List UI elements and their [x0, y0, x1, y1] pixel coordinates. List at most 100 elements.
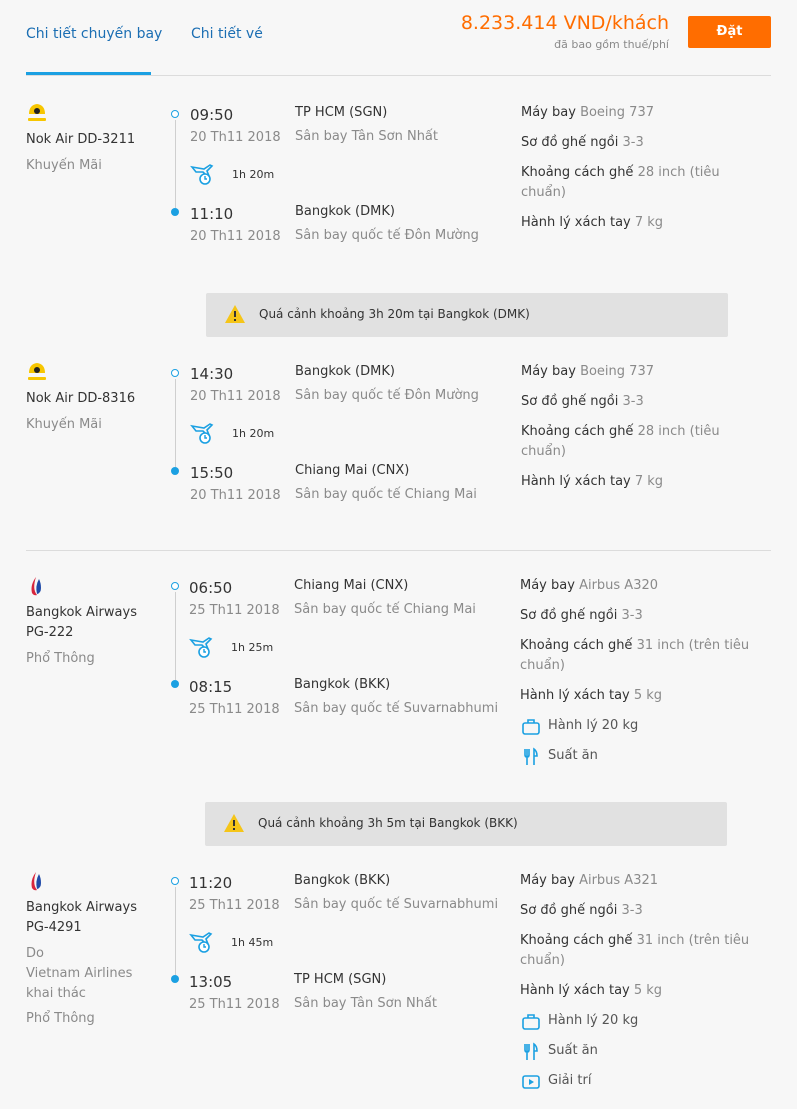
seat-pitch-info-cont: chuẩn): [520, 953, 565, 968]
layover-text: Quá cảnh khoảng 3h 5m tại Bangkok (BKK): [258, 816, 518, 830]
timeline-line: [175, 592, 176, 680]
aircraft-info: Máy bay Boeing 737: [521, 364, 654, 379]
airline-flight-number: Bangkok Airways PG-222: [26, 605, 137, 640]
departure-dot: [171, 877, 179, 885]
seat-pitch-info-cont: chuẩn): [520, 658, 565, 673]
arrival-airport: Sân bay quốc tế Suvarnabhumi: [294, 701, 499, 716]
seat-pitch-info-cont: chuẩn): [521, 185, 566, 200]
tab-ticket-details[interactable]: Chi tiết vé: [191, 26, 263, 42]
arrival-time: 11:10: [190, 205, 234, 223]
nok-air-logo-icon: [28, 104, 46, 121]
departure-time: 14:30: [190, 365, 234, 383]
departure-date: 20 Th11 2018: [190, 389, 281, 404]
seat-pitch-info: Khoảng cách ghế 31 inch (trên tiêu: [520, 933, 750, 948]
layover-notice-2: Quá cảnh khoảng 3h 5m tại Bangkok (BKK): [205, 802, 727, 846]
arrival-date: 25 Th11 2018: [189, 702, 280, 717]
arrival-time: 13:05: [189, 973, 233, 991]
bangkok-airways-logo-icon: [31, 577, 41, 596]
arrival-time: 15:50: [190, 464, 234, 482]
cabin-bag-info: Hành lý xách tay 7 kg: [521, 215, 664, 230]
fork-knife-icon: [524, 1042, 538, 1060]
checked-baggage: Hành lý 20 kg: [548, 1013, 639, 1028]
suitcase-icon: [522, 1014, 540, 1030]
tab-flight-details[interactable]: Chi tiết chuyến bay: [26, 26, 162, 42]
tv-play-icon: [522, 1075, 540, 1089]
flight-duration: 1h 20m: [232, 168, 275, 181]
departure-dot: [171, 369, 179, 377]
cabin-bag-info: Hành lý xách tay 5 kg: [520, 983, 663, 998]
bangkok-airways-logo-icon: [31, 872, 41, 891]
meal-service: Suất ăn: [548, 1043, 598, 1058]
departure-time: 09:50: [190, 106, 234, 124]
departure-airport: Sân bay Tân Sơn Nhất: [295, 129, 438, 144]
departure-airport: Sân bay quốc tế Chiang Mai: [294, 602, 476, 617]
plane-clock-icon: [190, 423, 214, 444]
flight-duration: 1h 45m: [231, 936, 274, 949]
fare-class: Phổ Thông: [26, 1011, 95, 1026]
departure-airport: Sân bay quốc tế Suvarnabhumi: [294, 897, 499, 912]
seat-layout-info: Sơ đồ ghế ngồi 3-3: [521, 135, 644, 150]
arrival-airport: Sân bay Tân Sơn Nhất: [294, 996, 437, 1011]
operated-by-note: Do Vietnam Airlines khai thác: [26, 946, 133, 1001]
airline-flight-number: Nok Air DD-3211: [26, 132, 136, 147]
arrival-city: Bangkok (BKK): [294, 677, 391, 692]
seat-pitch-info: Khoảng cách ghế 31 inch (trên tiêu: [520, 638, 750, 653]
arrival-city: TP HCM (SGN): [294, 972, 387, 987]
entertainment-service: Giải trí: [548, 1073, 592, 1088]
header-divider: [26, 75, 771, 76]
aircraft-info: Máy bay Boeing 737: [521, 105, 654, 120]
layover-notice-1: Quá cảnh khoảng 3h 20m tại Bangkok (DMK): [206, 293, 728, 337]
meal-service: Suất ăn: [548, 748, 598, 763]
header: Chi tiết chuyến bay Chi tiết vé 8.233.41…: [0, 0, 797, 76]
seat-layout-info: Sơ đồ ghế ngồi 3-3: [520, 608, 643, 623]
checked-baggage: Hành lý 20 kg: [548, 718, 639, 733]
aircraft-info: Máy bay Airbus A320: [520, 578, 659, 593]
seat-layout-info: Sơ đồ ghế ngồi 3-3: [521, 394, 644, 409]
arrival-date: 20 Th11 2018: [190, 229, 281, 244]
arrival-airport: Sân bay quốc tế Chiang Mai: [295, 487, 477, 502]
arrival-city: Bangkok (DMK): [295, 204, 395, 219]
warning-icon: [224, 814, 244, 832]
fare-class: Phổ Thông: [26, 651, 95, 666]
fare-class: Khuyến Mãi: [26, 158, 102, 173]
warning-icon: [225, 305, 245, 323]
arrival-date: 25 Th11 2018: [189, 997, 280, 1012]
seat-pitch-info-cont: chuẩn): [521, 444, 566, 459]
airline-flight-number: Nok Air DD-8316: [26, 391, 136, 406]
departure-date: 20 Th11 2018: [190, 130, 281, 145]
aircraft-info: Máy bay Airbus A321: [520, 873, 659, 888]
plane-clock-icon: [190, 164, 214, 185]
seat-pitch-info: Khoảng cách ghế 28 inch (tiêu: [521, 424, 720, 439]
arrival-time: 08:15: [189, 678, 233, 696]
arrival-date: 20 Th11 2018: [190, 488, 281, 503]
timeline-line: [175, 379, 176, 467]
price-per-passenger: 8.233.414 VND/khách: [460, 12, 669, 34]
layover-text: Quá cảnh khoảng 3h 20m tại Bangkok (DMK): [259, 307, 530, 321]
flight-duration: 1h 20m: [232, 427, 275, 440]
departure-city: TP HCM (SGN): [295, 105, 388, 120]
seat-pitch-info: Khoảng cách ghế 28 inch (tiêu: [521, 165, 720, 180]
fare-class: Khuyến Mãi: [26, 417, 102, 432]
arrival-dot: [171, 208, 179, 216]
arrival-dot: [171, 680, 179, 688]
airline-flight-number: Bangkok Airways PG-4291: [26, 900, 137, 935]
suitcase-icon: [522, 719, 540, 735]
trip-divider: [26, 550, 771, 551]
departure-city: Chiang Mai (CNX): [294, 578, 409, 593]
nok-air-logo-icon: [28, 363, 46, 380]
departure-city: Bangkok (DMK): [295, 364, 395, 379]
departure-time: 11:20: [189, 874, 233, 892]
fork-knife-icon: [524, 747, 538, 765]
departure-date: 25 Th11 2018: [189, 603, 280, 618]
departure-city: Bangkok (BKK): [294, 873, 391, 888]
flight-duration: 1h 25m: [231, 641, 274, 654]
plane-clock-icon: [189, 637, 213, 658]
cabin-bag-info: Hành lý xách tay 7 kg: [521, 474, 664, 489]
price-tax-note: đã bao gồm thuế/phí: [554, 38, 669, 51]
cabin-bag-info: Hành lý xách tay 5 kg: [520, 688, 663, 703]
book-button[interactable]: Đặt: [688, 16, 771, 48]
departure-dot: [171, 110, 179, 118]
arrival-city: Chiang Mai (CNX): [295, 463, 410, 478]
departure-airport: Sân bay quốc tế Đôn Mường: [295, 388, 479, 403]
timeline-line: [175, 887, 176, 975]
